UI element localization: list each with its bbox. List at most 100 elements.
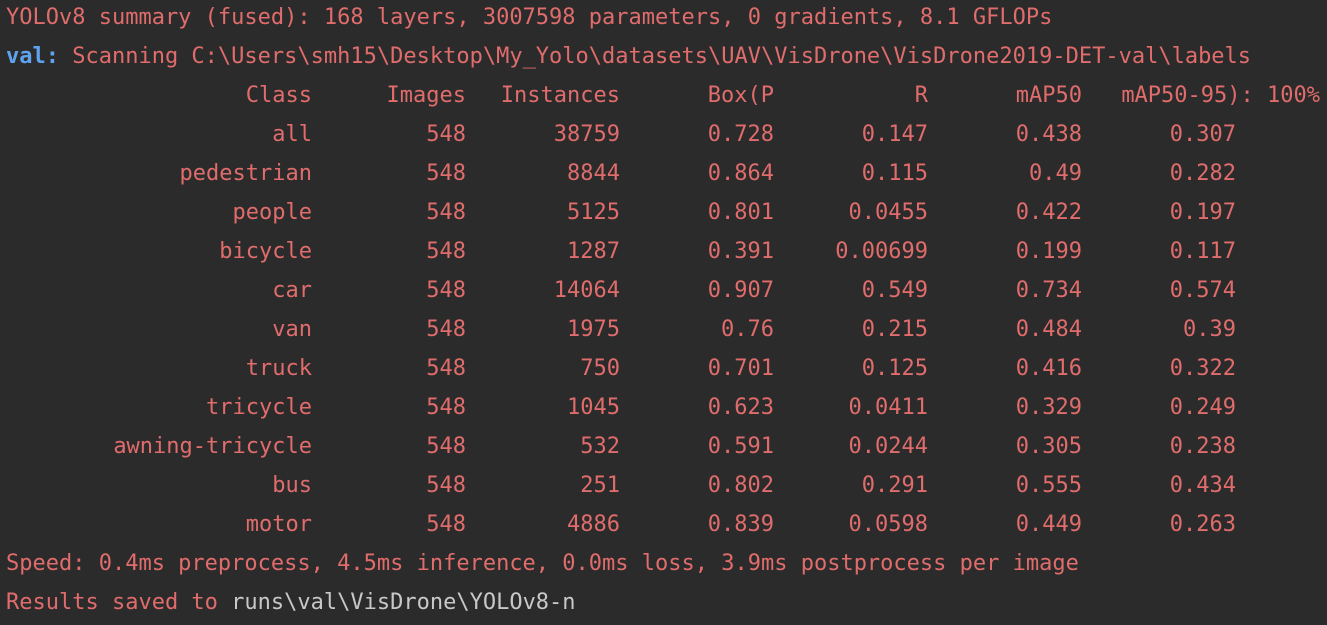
cell-instances: 38759 [553, 122, 620, 147]
cell-class: van [272, 317, 312, 342]
cell-instances: 5125 [567, 200, 620, 225]
cell-map50: 0.305 [1015, 434, 1082, 459]
table-row: all 548 38759 0.728 0.147 0.438 0.307 [0, 115, 1327, 154]
cell-map50-95: 0.574 [1169, 278, 1236, 303]
cell-r: 0.125 [861, 356, 928, 381]
cell-instances: 1287 [567, 239, 620, 264]
header-instances: Instances [500, 83, 620, 108]
cell-images: 548 [426, 239, 466, 264]
cell-map50-95: 0.282 [1169, 161, 1236, 186]
cell-instances: 750 [580, 356, 620, 381]
scan-text: Scanning C:\Users\smh15\Desktop\My_Yolo\… [58, 44, 1252, 69]
table-row: bicycle 548 1287 0.391 0.00699 0.199 0.117 [0, 232, 1327, 271]
cell-images: 548 [426, 200, 466, 225]
cell-map50: 0.734 [1015, 278, 1082, 303]
cell-box-p: 0.76 [721, 317, 774, 342]
header-map50: mAP50 [1015, 83, 1082, 108]
cell-map50: 0.438 [1015, 122, 1082, 147]
metrics-table: Class Images Instances Box(P R mAP50 mAP… [0, 76, 1327, 544]
cell-instances: 251 [580, 473, 620, 498]
cell-map50: 0.484 [1015, 317, 1082, 342]
table-row: motor 548 4886 0.839 0.0598 0.449 0.263 [0, 505, 1327, 544]
cell-instances: 1045 [567, 395, 620, 420]
table-row: awning-tricycle 548 532 0.591 0.0244 0.305 0.2… [0, 427, 1327, 466]
model-summary-line: YOLOv8 summary (fused): 168 layers, 3007… [6, 5, 1053, 30]
results-prefix: Results saved to [6, 590, 232, 615]
console-output: YOLOv8 summary (fused): 168 layers, 3007… [0, 0, 1327, 625]
cell-box-p: 0.864 [707, 161, 774, 186]
cell-class: people [232, 200, 312, 225]
cell-instances: 1975 [567, 317, 620, 342]
cell-r: 0.00699 [835, 239, 928, 264]
header-r: R [914, 83, 928, 108]
cell-class: all [272, 122, 312, 147]
cell-box-p: 0.801 [707, 200, 774, 225]
cell-images: 548 [426, 161, 466, 186]
cell-class: truck [245, 356, 312, 381]
header-box-p: Box(P [707, 83, 774, 108]
cell-box-p: 0.802 [707, 473, 774, 498]
table-row: van 548 1975 0.76 0.215 0.484 0.39 [0, 310, 1327, 349]
table-row: people 548 5125 0.801 0.0455 0.422 0.197 [0, 193, 1327, 232]
header-images: Images [386, 83, 466, 108]
table-header-row: Class Images Instances Box(P R mAP50 mAP… [0, 76, 1327, 115]
cell-instances: 8844 [567, 161, 620, 186]
speed-line: Speed: 0.4ms preprocess, 4.5ms inference… [6, 551, 1079, 576]
cell-images: 548 [426, 356, 466, 381]
cell-box-p: 0.907 [707, 278, 774, 303]
cell-images: 548 [426, 512, 466, 537]
cell-map50: 0.49 [1029, 161, 1082, 186]
cell-box-p: 0.728 [707, 122, 774, 147]
table-row: pedestrian 548 8844 0.864 0.115 0.49 0.282 [0, 154, 1327, 193]
cell-r: 0.291 [861, 473, 928, 498]
cell-box-p: 0.701 [707, 356, 774, 381]
cell-class: motor [245, 512, 312, 537]
cell-map50-95: 0.322 [1169, 356, 1236, 381]
cell-class: awning-tricycle [113, 434, 312, 459]
cell-class: car [272, 278, 312, 303]
cell-map50: 0.422 [1015, 200, 1082, 225]
cell-map50: 0.199 [1015, 239, 1082, 264]
cell-box-p: 0.591 [707, 434, 774, 459]
val-label: val: [6, 44, 59, 69]
results-line: Results saved to runs\val\VisDrone\YOLOv… [6, 583, 576, 622]
cell-r: 0.147 [861, 122, 928, 147]
cell-map50: 0.449 [1015, 512, 1082, 537]
cell-map50-95: 0.263 [1169, 512, 1236, 537]
cell-class: pedestrian [179, 161, 312, 186]
cell-images: 548 [426, 473, 466, 498]
results-path: runs\val\VisDrone\YOLOv8-n [231, 590, 576, 615]
table-row: tricycle 548 1045 0.623 0.0411 0.329 0.249 [0, 388, 1327, 427]
cell-map50: 0.329 [1015, 395, 1082, 420]
table-row: car 548 14064 0.907 0.549 0.734 0.574 [0, 271, 1327, 310]
cell-images: 548 [426, 434, 466, 459]
header-map50-95: mAP50-95): 100% [1121, 83, 1320, 108]
cell-map50: 0.555 [1015, 473, 1082, 498]
scan-line: val: Scanning C:\Users\smh15\Desktop\My_… [6, 37, 1251, 76]
cell-instances: 4886 [567, 512, 620, 537]
cell-box-p: 0.391 [707, 239, 774, 264]
cell-box-p: 0.623 [707, 395, 774, 420]
cell-r: 0.0244 [848, 434, 928, 459]
cell-map50-95: 0.117 [1169, 239, 1236, 264]
cell-images: 548 [426, 395, 466, 420]
cell-map50-95: 0.39 [1183, 317, 1236, 342]
cell-images: 548 [426, 317, 466, 342]
table-body: all 548 38759 0.728 0.147 0.438 0.307 pedestria… [0, 115, 1327, 544]
cell-r: 0.0598 [848, 512, 928, 537]
cell-class: bicycle [219, 239, 312, 264]
cell-instances: 532 [580, 434, 620, 459]
cell-map50-95: 0.434 [1169, 473, 1236, 498]
header-class: Class [245, 83, 312, 108]
cell-r: 0.549 [861, 278, 928, 303]
cell-box-p: 0.839 [707, 512, 774, 537]
cell-r: 0.115 [861, 161, 928, 186]
cell-r: 0.215 [861, 317, 928, 342]
cell-map50-95: 0.249 [1169, 395, 1236, 420]
cell-class: bus [272, 473, 312, 498]
table-row: truck 548 750 0.701 0.125 0.416 0.322 [0, 349, 1327, 388]
cell-map50-95: 0.307 [1169, 122, 1236, 147]
table-row: bus 548 251 0.802 0.291 0.555 0.434 [0, 466, 1327, 505]
cell-map50-95: 0.197 [1169, 200, 1236, 225]
cell-r: 0.0455 [848, 200, 928, 225]
